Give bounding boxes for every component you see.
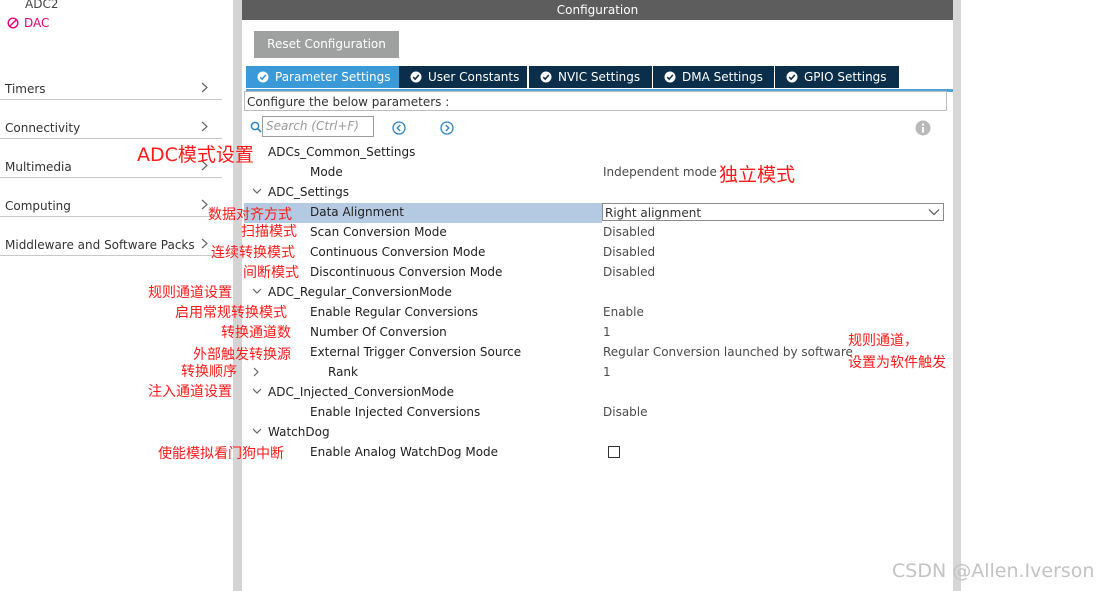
tab-nvic-settings[interactable]: NVIC Settings	[529, 66, 652, 88]
reset-configuration-button[interactable]: Reset Configuration	[254, 31, 399, 58]
annotation-note-line2: 设置为软件触发	[848, 355, 946, 371]
annotation-independent-mode: 独立模式	[719, 164, 796, 186]
previous-result-icon[interactable]	[392, 121, 406, 135]
sidebar-category-timers[interactable]: Timers	[0, 61, 222, 100]
tab-user-constants[interactable]: User Constants	[399, 66, 527, 88]
sidebar-item-adc2[interactable]: ADC2	[25, 0, 58, 11]
panel-title: Configuration	[242, 0, 953, 20]
group-watchdog[interactable]: WatchDog	[268, 425, 330, 439]
param-enable-regular-label[interactable]: Enable Regular Conversions	[310, 305, 478, 319]
sidebar-item-dac-label: DAC	[24, 16, 50, 30]
annotation-continuous-mode: 连续转换模式	[211, 245, 295, 261]
group-adcs-common-settings[interactable]: ADCs_Common_Settings	[268, 145, 415, 159]
param-num-conversion-value[interactable]: 1	[603, 325, 611, 339]
check-circle-icon	[410, 71, 422, 83]
sidebar-item-dac[interactable]: DAC	[7, 16, 49, 30]
data-alignment-selected-value: Right alignment	[605, 206, 702, 220]
param-mode-label[interactable]: Mode	[310, 165, 343, 179]
param-continuous-value[interactable]: Disabled	[603, 245, 655, 259]
chevron-down-icon[interactable]	[252, 288, 262, 295]
param-rank-value[interactable]: 1	[603, 365, 611, 379]
data-alignment-select[interactable]: Right alignment	[602, 203, 944, 221]
category-label: Timers	[5, 82, 46, 96]
check-circle-icon	[786, 71, 798, 83]
category-label: Connectivity	[5, 121, 81, 135]
param-scan-label[interactable]: Scan Conversion Mode	[310, 225, 447, 239]
group-adc-injected-conversion-mode[interactable]: ADC_Injected_ConversionMode	[268, 385, 454, 399]
tab-label: NVIC Settings	[558, 70, 641, 84]
sidebar-category-connectivity[interactable]: Connectivity	[0, 100, 222, 139]
annotation-adc-mode: ADC模式设置	[137, 144, 254, 166]
analog-watchdog-checkbox[interactable]	[608, 446, 620, 458]
configuration-panel: Configuration Reset Configuration Parame…	[242, 0, 953, 591]
chevron-right-icon	[201, 238, 208, 249]
group-adc-settings[interactable]: ADC_Settings	[268, 185, 349, 199]
description-box: Configure the below parameters :	[244, 91, 947, 111]
sidebar-scrollbar[interactable]	[233, 0, 242, 591]
param-enable-injected-label[interactable]: Enable Injected Conversions	[310, 405, 480, 419]
chevron-right-icon	[201, 199, 208, 210]
param-discontinuous-label[interactable]: Discontinuous Conversion Mode	[310, 265, 502, 279]
tab-label: User Constants	[428, 70, 520, 84]
tab-dma-settings[interactable]: DMA Settings	[653, 66, 774, 88]
annotation-scan-mode: 扫描模式	[241, 224, 297, 240]
annotation-enable-regular: 启用常规转换模式	[175, 305, 287, 321]
search-icon	[250, 121, 262, 133]
disabled-circle-icon	[7, 17, 19, 29]
chevron-right-icon	[201, 121, 208, 132]
tab-bar: Parameter Settings User Constants NVIC S…	[246, 66, 953, 92]
category-label: Computing	[5, 199, 71, 213]
group-adc-regular-conversion-mode[interactable]: ADC_Regular_ConversionMode	[268, 285, 452, 299]
search-input[interactable]: Search (Ctrl+F)	[262, 116, 374, 137]
annotation-note-line1: 规则通道，	[848, 333, 918, 349]
annotation-watchdog: 使能模拟看门狗中断	[158, 446, 284, 462]
check-circle-icon	[257, 71, 269, 83]
param-scan-value[interactable]: Disabled	[603, 225, 655, 239]
tab-label: DMA Settings	[682, 70, 763, 84]
panel-scrollbar[interactable]	[953, 0, 961, 591]
watermark: CSDN @Allen.Iverson	[892, 560, 1095, 582]
param-enable-regular-value[interactable]: Enable	[603, 305, 644, 319]
annotation-injected-channel: 注入通道设置	[148, 384, 232, 400]
param-ext-trigger-label[interactable]: External Trigger Conversion Source	[310, 345, 521, 359]
annotation-discontinuous-mode: 间断模式	[243, 265, 299, 281]
param-discontinuous-value[interactable]: Disabled	[603, 265, 655, 279]
chevron-down-icon[interactable]	[252, 428, 262, 435]
check-circle-icon	[664, 71, 676, 83]
sidebar-category-middleware[interactable]: Middleware and Software Packs	[0, 217, 222, 256]
param-mode-value[interactable]: Independent mode	[603, 165, 717, 179]
param-continuous-label[interactable]: Continuous Conversion Mode	[310, 245, 485, 259]
selected-row-highlight	[244, 203, 602, 223]
param-data-alignment-label[interactable]: Data Alignment	[310, 205, 404, 219]
param-num-conversion-label[interactable]: Number Of Conversion	[310, 325, 447, 339]
check-circle-icon	[540, 71, 552, 83]
param-rank-label[interactable]: Rank	[328, 365, 358, 379]
chevron-right-icon	[201, 82, 208, 93]
param-ext-trigger-value[interactable]: Regular Conversion launched by software	[603, 345, 853, 359]
category-label: Multimedia	[5, 160, 72, 174]
chevron-down-icon[interactable]	[252, 388, 262, 395]
category-label: Middleware and Software Packs	[5, 238, 195, 252]
tab-parameter-settings[interactable]: Parameter Settings	[246, 66, 399, 88]
param-enable-injected-value[interactable]: Disable	[603, 405, 648, 419]
param-analog-watchdog-label[interactable]: Enable Analog WatchDog Mode	[310, 445, 498, 459]
annotation-rank: 转换顺序	[181, 364, 237, 380]
chevron-right-icon[interactable]	[253, 367, 260, 377]
tab-label: GPIO Settings	[804, 70, 887, 84]
tab-gpio-settings[interactable]: GPIO Settings	[775, 66, 899, 88]
sidebar-category-computing[interactable]: Computing	[0, 178, 222, 217]
chevron-down-icon	[928, 209, 940, 216]
annotation-num-conversion: 转换通道数	[221, 325, 291, 341]
annotation-regular-channel: 规则通道设置	[148, 285, 232, 301]
tab-label: Parameter Settings	[275, 70, 391, 84]
next-result-icon[interactable]	[440, 121, 454, 135]
info-icon[interactable]	[915, 120, 931, 136]
chevron-down-icon[interactable]	[252, 188, 262, 195]
